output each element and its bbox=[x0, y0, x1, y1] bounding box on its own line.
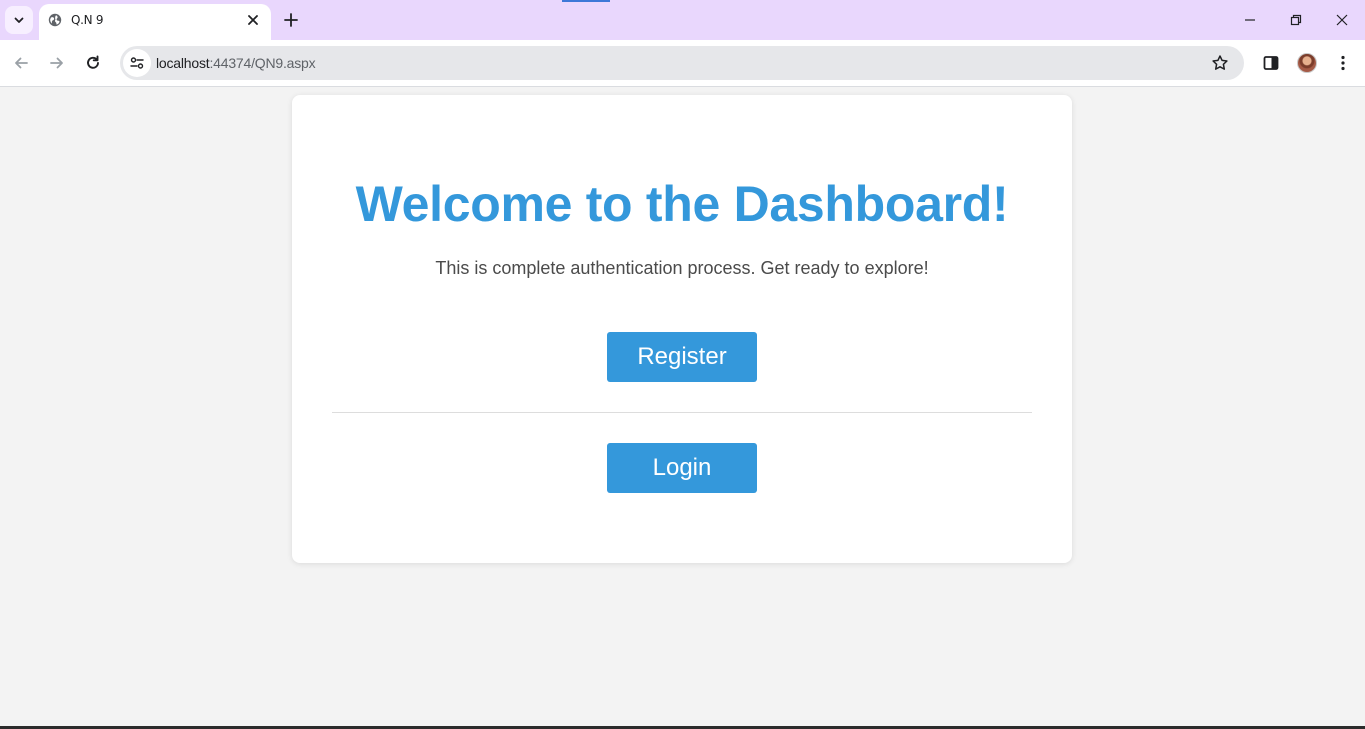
close-icon[interactable] bbox=[245, 12, 261, 28]
plus-icon[interactable] bbox=[283, 12, 299, 28]
dashboard-card: Welcome to the Dashboard! This is comple… bbox=[292, 95, 1072, 563]
restore-icon[interactable] bbox=[1288, 12, 1304, 28]
page-title: Welcome to the Dashboard! bbox=[355, 176, 1009, 232]
titlebar-accent bbox=[562, 0, 610, 2]
back-arrow-icon[interactable] bbox=[12, 54, 30, 72]
profile-avatar[interactable] bbox=[1297, 53, 1317, 73]
window-close-icon[interactable] bbox=[1334, 12, 1350, 28]
chevron-down-icon bbox=[14, 17, 24, 23]
minimize-icon[interactable] bbox=[1242, 12, 1258, 28]
browser-toolbar: localhost:44374/QN9.aspx bbox=[0, 40, 1365, 87]
tab-title: Q.N 9 bbox=[71, 13, 104, 27]
login-button[interactable]: Login bbox=[607, 443, 757, 493]
site-info-icon bbox=[130, 57, 144, 69]
reload-icon[interactable] bbox=[84, 54, 102, 72]
side-panel-icon[interactable] bbox=[1262, 54, 1280, 72]
url-text[interactable]: localhost:44374/QN9.aspx bbox=[156, 55, 316, 71]
globe-icon bbox=[48, 13, 62, 27]
star-icon[interactable] bbox=[1211, 54, 1229, 72]
address-bar[interactable]: localhost:44374/QN9.aspx bbox=[120, 46, 1244, 80]
url-host: localhost bbox=[156, 55, 210, 71]
more-menu-icon[interactable] bbox=[1334, 54, 1352, 72]
forward-arrow-icon[interactable] bbox=[48, 54, 66, 72]
register-button[interactable]: Register bbox=[607, 332, 757, 382]
browser-tab[interactable]: Q.N 9 bbox=[39, 4, 271, 40]
browser-titlebar: Q.N 9 bbox=[0, 0, 1365, 40]
url-path: :44374/QN9.aspx bbox=[209, 55, 316, 71]
divider bbox=[332, 412, 1032, 413]
tab-search-button[interactable] bbox=[5, 6, 33, 34]
page-subtitle: This is complete authentication process.… bbox=[435, 258, 929, 278]
site-info-button[interactable] bbox=[123, 49, 151, 77]
